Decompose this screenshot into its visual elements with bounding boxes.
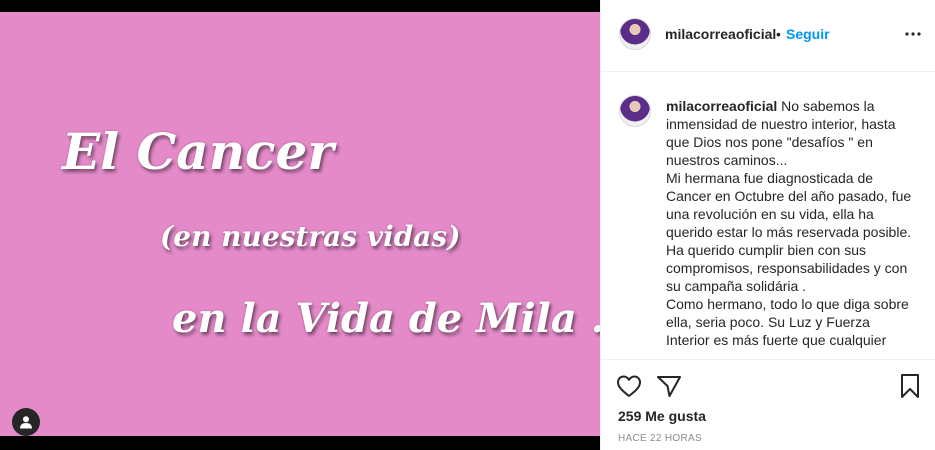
caption-avatar[interactable] bbox=[619, 95, 651, 127]
caption-paragraph: milacorreaoficial No sabemos la inmensid… bbox=[666, 97, 916, 169]
avatar[interactable] bbox=[619, 18, 651, 50]
post-actions: 259 Me gusta HACE 22 HORAS bbox=[601, 359, 935, 450]
send-icon bbox=[657, 376, 681, 397]
post-header: milacorreaoficial • Seguir bbox=[601, 0, 935, 72]
post-media[interactable]: El Cancer (en nuestras vidas) en la Vida… bbox=[0, 0, 600, 450]
image-text-subtitle: (en nuestras vidas) bbox=[160, 220, 461, 253]
caption-paragraph: Mi hermana fue diagnosticada de Cancer e… bbox=[666, 170, 912, 240]
post-image[interactable]: El Cancer (en nuestras vidas) en la Vida… bbox=[0, 12, 600, 436]
more-horizontal-icon bbox=[905, 32, 921, 36]
caption-username-link[interactable]: milacorreaoficial bbox=[666, 98, 777, 114]
likes-count[interactable]: 259 Me gusta bbox=[618, 408, 706, 424]
image-text-bottom: en la Vida de Mila ... bbox=[172, 295, 600, 342]
caption-paragraph: Ha querido cumplir bien con sus compromi… bbox=[666, 242, 908, 294]
like-button[interactable] bbox=[615, 372, 643, 400]
user-tag-button[interactable] bbox=[12, 408, 40, 436]
caption-text: milacorreaoficial No sabemos la inmensid… bbox=[666, 97, 916, 349]
image-text-title: El Cancer bbox=[62, 122, 334, 181]
header-username-link[interactable]: milacorreaoficial bbox=[665, 26, 776, 42]
post-sidebar: milacorreaoficial • Seguir milacorreaofi… bbox=[600, 0, 935, 450]
caption-section[interactable]: milacorreaoficial No sabemos la inmensid… bbox=[601, 73, 935, 359]
separator-dot: • bbox=[776, 26, 781, 42]
post-timestamp[interactable]: HACE 22 HORAS bbox=[618, 433, 702, 444]
bookmark-icon bbox=[901, 374, 919, 398]
heart-icon bbox=[617, 375, 641, 397]
caption-paragraph: Como hermano, todo lo que diga sobre ell… bbox=[666, 296, 909, 348]
user-icon bbox=[20, 416, 32, 429]
save-button[interactable] bbox=[896, 372, 924, 400]
share-button[interactable] bbox=[655, 372, 683, 400]
more-options-button[interactable] bbox=[903, 22, 923, 46]
follow-button[interactable]: Seguir bbox=[786, 26, 830, 42]
